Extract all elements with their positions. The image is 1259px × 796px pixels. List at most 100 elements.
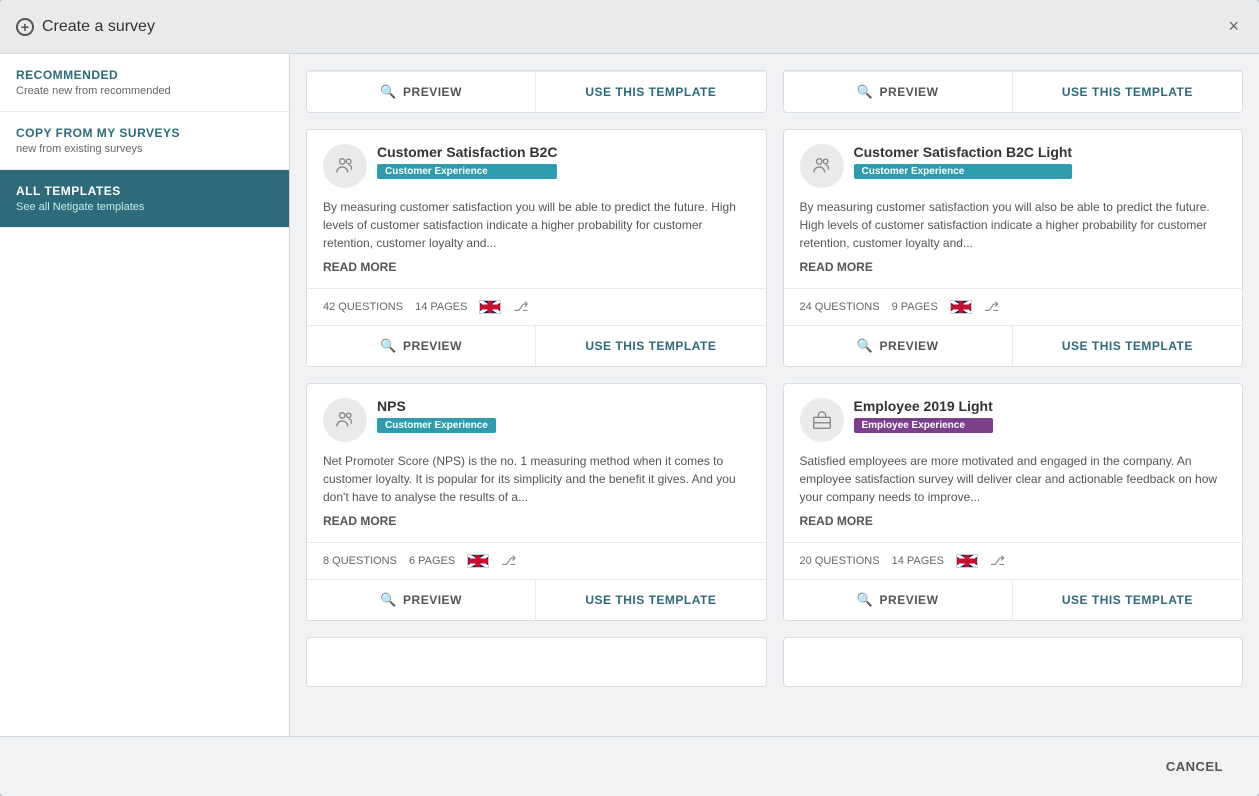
bottom-partial-card-right [783, 637, 1244, 687]
card-icon-csat-b2c [323, 144, 367, 188]
card-title-employee: Employee 2019 Light [854, 398, 993, 414]
card-title-csat-b2c: Customer Satisfaction B2C [377, 144, 557, 160]
flag-csat-b2c-light [950, 300, 972, 314]
use-template-btn-nps[interactable]: USE THIS TEMPLATE [536, 580, 765, 620]
preview-icon-employee: 🔍 [857, 592, 874, 608]
uk-flag-csat-b2c [479, 300, 501, 314]
partial-actions-right: 🔍 PREVIEW USE THIS TEMPLATE [784, 71, 1243, 112]
cards-grid: Customer Satisfaction B2C Customer Exper… [306, 129, 1243, 621]
pages-nps: 6 PAGES [409, 555, 455, 567]
sidebar-item-recommended[interactable]: RECOMMENDED Create new from recommended [0, 54, 289, 112]
preview-icon: 🔍 [380, 84, 397, 100]
partial-actions-left: 🔍 PREVIEW USE THIS TEMPLATE [307, 71, 766, 112]
modal-footer: CANCEL [0, 736, 1259, 796]
use-template-btn-csat-b2c-light[interactable]: USE THIS TEMPLATE [1013, 326, 1242, 366]
branch-icon-csat-b2c-light: ⎇ [984, 299, 999, 315]
sidebar: RECOMMENDED Create new from recommended … [0, 54, 290, 736]
card-actions-csat-b2c: 🔍 PREVIEW USE THIS TEMPLATE [307, 325, 766, 366]
partial-preview-btn-right[interactable]: 🔍 PREVIEW [784, 72, 1013, 112]
card-icon-csat-b2c-light [800, 144, 844, 188]
card-title-area-nps: NPS Customer Experience [377, 398, 496, 433]
preview-icon-nps: 🔍 [380, 592, 397, 608]
bottom-partial-cards [306, 637, 1243, 687]
card-top-csat-b2c: Customer Satisfaction B2C Customer Exper… [307, 130, 766, 288]
people-icon-3 [334, 409, 356, 431]
card-actions-employee: 🔍 PREVIEW USE THIS TEMPLATE [784, 579, 1243, 620]
uk-flag-employee [956, 554, 978, 568]
card-actions-csat-b2c-light: 🔍 PREVIEW USE THIS TEMPLATE [784, 325, 1243, 366]
sidebar-copy-title: COPY FROM MY SURVEYS [16, 126, 273, 140]
badge-employee: Employee Experience [854, 418, 993, 433]
read-more-csat-b2c[interactable]: READ MORE [323, 260, 750, 274]
card-top-csat-b2c-light: Customer Satisfaction B2C Light Customer… [784, 130, 1243, 288]
flag-employee [956, 554, 978, 568]
cancel-button[interactable]: CANCEL [1150, 751, 1239, 782]
badge-csat-b2c: Customer Experience [377, 164, 557, 179]
card-icon-nps [323, 398, 367, 442]
flag-csat-b2c [479, 300, 501, 314]
partial-card-left: 🔍 PREVIEW USE THIS TEMPLATE [306, 70, 767, 113]
read-more-nps[interactable]: READ MORE [323, 514, 750, 528]
card-title-area-csat-b2c: Customer Satisfaction B2C Customer Exper… [377, 144, 557, 179]
preview-icon-2: 🔍 [857, 84, 874, 100]
preview-icon-csat-b2c: 🔍 [380, 338, 397, 354]
card-meta-csat-b2c-light: 24 QUESTIONS 9 PAGES ⎇ [784, 288, 1243, 325]
modal-body: RECOMMENDED Create new from recommended … [0, 54, 1259, 736]
card-header-nps: NPS Customer Experience [323, 398, 750, 442]
read-more-csat-b2c-light[interactable]: READ MORE [800, 260, 1227, 274]
top-partial-cards: 🔍 PREVIEW USE THIS TEMPLATE 🔍 PREVIEW [306, 70, 1243, 113]
card-desc-employee: Satisfied employees are more motivated a… [800, 452, 1227, 506]
branch-icon-employee: ⎇ [990, 553, 1005, 569]
badge-nps: Customer Experience [377, 418, 496, 433]
card-title-area-csat-b2c-light: Customer Satisfaction B2C Light Customer… [854, 144, 1073, 179]
people-icon-2 [811, 155, 833, 177]
branch-icon-csat-b2c: ⎇ [513, 299, 528, 315]
questions-nps: 8 QUESTIONS [323, 555, 397, 567]
plus-icon: + [16, 18, 34, 36]
preview-btn-nps[interactable]: 🔍 PREVIEW [307, 580, 536, 620]
pages-csat-b2c: 14 PAGES [415, 301, 467, 313]
use-template-btn-employee[interactable]: USE THIS TEMPLATE [1013, 580, 1242, 620]
modal-header: + Create a survey × [0, 0, 1259, 54]
partial-use-template-btn-left[interactable]: USE THIS TEMPLATE [536, 72, 765, 112]
questions-csat-b2c-light: 24 QUESTIONS [800, 301, 880, 313]
card-nps: NPS Customer Experience Net Promoter Sco… [306, 383, 767, 621]
use-template-btn-csat-b2c[interactable]: USE THIS TEMPLATE [536, 326, 765, 366]
card-header-csat-b2c: Customer Satisfaction B2C Customer Exper… [323, 144, 750, 188]
content-area: 🔍 PREVIEW USE THIS TEMPLATE 🔍 PREVIEW [290, 54, 1259, 736]
preview-btn-csat-b2c[interactable]: 🔍 PREVIEW [307, 326, 536, 366]
card-title-csat-b2c-light: Customer Satisfaction B2C Light [854, 144, 1073, 160]
badge-csat-b2c-light: Customer Experience [854, 164, 1073, 179]
card-csat-b2c-light: Customer Satisfaction B2C Light Customer… [783, 129, 1244, 367]
close-icon[interactable]: × [1224, 12, 1243, 41]
card-employee-2019-light: Employee 2019 Light Employee Experience … [783, 383, 1244, 621]
sidebar-item-copy[interactable]: COPY FROM MY SURVEYS new from existing s… [0, 112, 289, 170]
read-more-employee[interactable]: READ MORE [800, 514, 1227, 528]
sidebar-item-all-templates[interactable]: ALL TEMPLATES See all Netigate templates [0, 170, 289, 228]
sidebar-all-title: ALL TEMPLATES [16, 184, 273, 198]
sidebar-all-subtitle: See all Netigate templates [16, 201, 273, 213]
sidebar-recommended-subtitle: Create new from recommended [16, 85, 273, 97]
questions-employee: 20 QUESTIONS [800, 555, 880, 567]
card-meta-employee: 20 QUESTIONS 14 PAGES ⎇ [784, 542, 1243, 579]
preview-btn-csat-b2c-light[interactable]: 🔍 PREVIEW [784, 326, 1013, 366]
card-top-nps: NPS Customer Experience Net Promoter Sco… [307, 384, 766, 542]
card-meta-csat-b2c: 42 QUESTIONS 14 PAGES ⎇ [307, 288, 766, 325]
uk-flag-csat-b2c-light [950, 300, 972, 314]
card-title-nps: NPS [377, 398, 496, 414]
card-desc-csat-b2c-light: By measuring customer satisfaction you w… [800, 198, 1227, 252]
card-header-csat-b2c-light: Customer Satisfaction B2C Light Customer… [800, 144, 1227, 188]
card-icon-employee [800, 398, 844, 442]
modal-title: Create a survey [42, 18, 155, 36]
preview-btn-employee[interactable]: 🔍 PREVIEW [784, 580, 1013, 620]
pages-csat-b2c-light: 9 PAGES [892, 301, 938, 313]
preview-icon-csat-b2c-light: 🔍 [857, 338, 874, 354]
card-actions-nps: 🔍 PREVIEW USE THIS TEMPLATE [307, 579, 766, 620]
header-left: + Create a survey [16, 18, 155, 36]
flag-nps [467, 554, 489, 568]
card-meta-nps: 8 QUESTIONS 6 PAGES ⎇ [307, 542, 766, 579]
partial-use-template-btn-right[interactable]: USE THIS TEMPLATE [1013, 72, 1242, 112]
card-title-area-employee: Employee 2019 Light Employee Experience [854, 398, 993, 433]
partial-preview-btn-left[interactable]: 🔍 PREVIEW [307, 72, 536, 112]
card-desc-nps: Net Promoter Score (NPS) is the no. 1 me… [323, 452, 750, 506]
